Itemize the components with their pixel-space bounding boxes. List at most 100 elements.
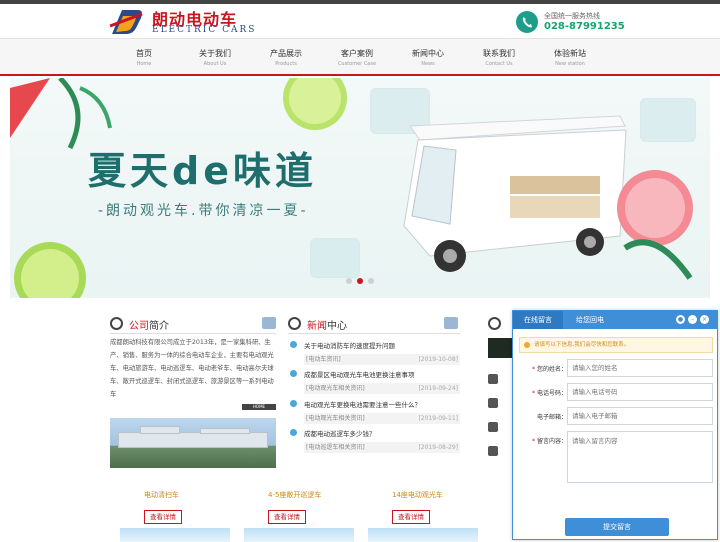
nav-item-contact[interactable]: 联系我们 Contact Us (464, 48, 534, 67)
lime-icon (14, 242, 86, 298)
news-item-meta: [电动车资讯] [2019-10-08] (304, 354, 460, 365)
news-title: 新闻中心 (307, 317, 347, 332)
name-input[interactable] (567, 359, 713, 377)
chat-notice: 请填写以下信息,我们会尽快和您联系。 (519, 337, 713, 353)
slider-dot-active[interactable] (357, 278, 363, 284)
nav-sublabel: About Us (203, 61, 227, 67)
message-label: * 留言内容： (532, 438, 567, 445)
about-title: 公司简介 (129, 317, 169, 332)
ice-cube (640, 98, 696, 142)
more-icon[interactable] (444, 317, 458, 329)
phone-icon (516, 11, 538, 33)
hero-banner[interactable]: 夏天de味道 -朗动观光车.带你清凉一夏- (10, 78, 710, 298)
nav-item-home[interactable]: 首页 Home (109, 48, 179, 67)
chat-widget: 在线留言 给您回电 ● – × 请填写以下信息,我们会尽快和您联系。 * 您的姓… (512, 310, 718, 540)
bullet-icon (290, 400, 297, 407)
header: 朗动电动车 ELECTRIC CARS 全国统一服务热线 028-8799123… (0, 4, 720, 38)
nav-label: 关于我们 (199, 49, 231, 58)
nav-sublabel: Contact Us (485, 61, 513, 67)
nav-sublabel: News (421, 61, 435, 67)
news-item-category: [电动巡逻车相关资讯] (306, 444, 365, 451)
news-item-meta: [电动观光车相关资讯] [2019-09-24] (304, 383, 460, 394)
nav-label: 联系我们 (483, 49, 515, 58)
nav-sublabel: Home (136, 61, 152, 67)
main-nav: 首页 Home 关于我们 About Us 产品展示 Products 客户案例… (0, 38, 720, 76)
news-item-date: [2019-09-24] (418, 385, 458, 392)
news-item-title[interactable]: 成都电动巡逻车多少钱？ (304, 428, 376, 438)
hotline: 全国统一服务热线 028-87991235 (516, 10, 626, 34)
nav-item-cases[interactable]: 客户案例 Customer Case (322, 48, 392, 67)
news-item-meta: [电动巡逻车相关资讯] [2019-08-29] (304, 442, 460, 453)
view-details-button[interactable]: 查看详情 (144, 510, 182, 524)
minimize-icon[interactable]: – (688, 315, 697, 324)
chat-icon (488, 398, 498, 408)
news-title-red: 新闻 (307, 321, 327, 332)
chat-header: 在线留言 给您回电 ● – × (513, 311, 717, 329)
banner-title: 夏天de味道 (88, 149, 317, 193)
slider-dots (346, 278, 376, 286)
close-icon[interactable]: × (700, 315, 709, 324)
hotline-number: 028-87991235 (544, 21, 625, 32)
tab-callback[interactable]: 给您回电 (565, 311, 615, 329)
news-item-category: [电动观光车相关资讯] (306, 385, 365, 392)
hotline-label: 全国统一服务热线 (544, 12, 600, 20)
submit-message-button[interactable]: 提交留言 (565, 518, 669, 536)
ice-cube (310, 238, 360, 278)
nav-label: 产品展示 (270, 49, 302, 58)
nav-sublabel: Products (275, 61, 297, 67)
news-icon (288, 317, 301, 330)
message-textarea[interactable] (567, 431, 713, 483)
settings-icon[interactable]: ● (676, 315, 685, 324)
nav-item-new-station[interactable]: 体验新站 New station (535, 48, 605, 67)
news-item-title[interactable]: 电动观光车更换电池需要注意一些什么？ (304, 399, 421, 409)
news-item-category: [电动车资讯] (306, 356, 341, 363)
logo-mark-icon (109, 10, 143, 34)
about-title-rest: 简介 (149, 321, 169, 332)
news-item-category: [电动观光车相关资讯] (306, 415, 365, 422)
nav-item-about[interactable]: 关于我们 About Us (180, 48, 250, 67)
slider-dot[interactable] (368, 278, 374, 284)
news-item-date: [2019-09-11] (418, 415, 458, 422)
phone-input[interactable] (567, 383, 713, 401)
news-item-title[interactable]: 关于电动消防车的速度提升问题 (304, 340, 395, 350)
nav-item-news[interactable]: 新闻中心 News (393, 48, 463, 67)
home-tag: HOME (242, 404, 276, 410)
home-icon (488, 446, 498, 456)
chat-notice-text: 请填写以下信息,我们会尽快和您联系。 (534, 342, 630, 348)
nav-label: 首页 (136, 49, 152, 58)
phone-label: * 电话号码： (532, 390, 567, 397)
news-item-title[interactable]: 成都景区电动观光车电池更换注意事项 (304, 369, 415, 379)
product-name[interactable]: 4-5座敞开巡逻车 (268, 490, 321, 500)
about-title-red: 公司 (129, 321, 149, 332)
news-title-rest: 中心 (327, 321, 347, 332)
contact-section (484, 316, 512, 476)
banner-subtitle: -朗动观光车.带你清凉一夏- (98, 203, 309, 219)
email-input[interactable] (567, 407, 713, 425)
email-label: 电子邮箱： (536, 414, 567, 421)
more-icon[interactable] (262, 317, 276, 329)
news-item-date: [2019-08-29] (418, 444, 458, 451)
phone-icon (488, 422, 498, 432)
bullet-icon (290, 341, 297, 348)
tab-online-message[interactable]: 在线留言 (513, 311, 563, 329)
contact-icon (488, 317, 501, 330)
view-details-button[interactable]: 查看详情 (392, 510, 430, 524)
news-item-meta: [电动观光车相关资讯] [2019-09-11] (304, 413, 460, 424)
product-name[interactable]: 14座电动观光车 (392, 490, 443, 500)
bullet-icon (290, 370, 297, 377)
contact-banner-image (488, 338, 512, 358)
slider-dot[interactable] (346, 278, 352, 284)
product-strip: 电动清扫车 查看详情 4-5座敞开巡逻车 查看详情 14座电动观光车 查看详情 (110, 490, 510, 542)
nav-label: 客户案例 (341, 49, 373, 58)
nav-item-products[interactable]: 产品展示 Products (251, 48, 321, 67)
company-building-image (110, 418, 276, 468)
nav-label: 新闻中心 (412, 49, 444, 58)
logo[interactable]: 朗动电动车 ELECTRIC CARS (108, 6, 254, 38)
drink-glass-image (617, 170, 693, 280)
about-text: 成都朗动科技有限公司成立于2013年，是一家集科研、生产、销售、服务为一体的综合… (110, 339, 274, 398)
product-name[interactable]: 电动清扫车 (144, 490, 179, 500)
about-icon (110, 317, 123, 330)
news-header: 新闻中心 (288, 316, 460, 334)
view-details-button[interactable]: 查看详情 (268, 510, 306, 524)
name-label: * 您的姓名： (532, 366, 567, 373)
